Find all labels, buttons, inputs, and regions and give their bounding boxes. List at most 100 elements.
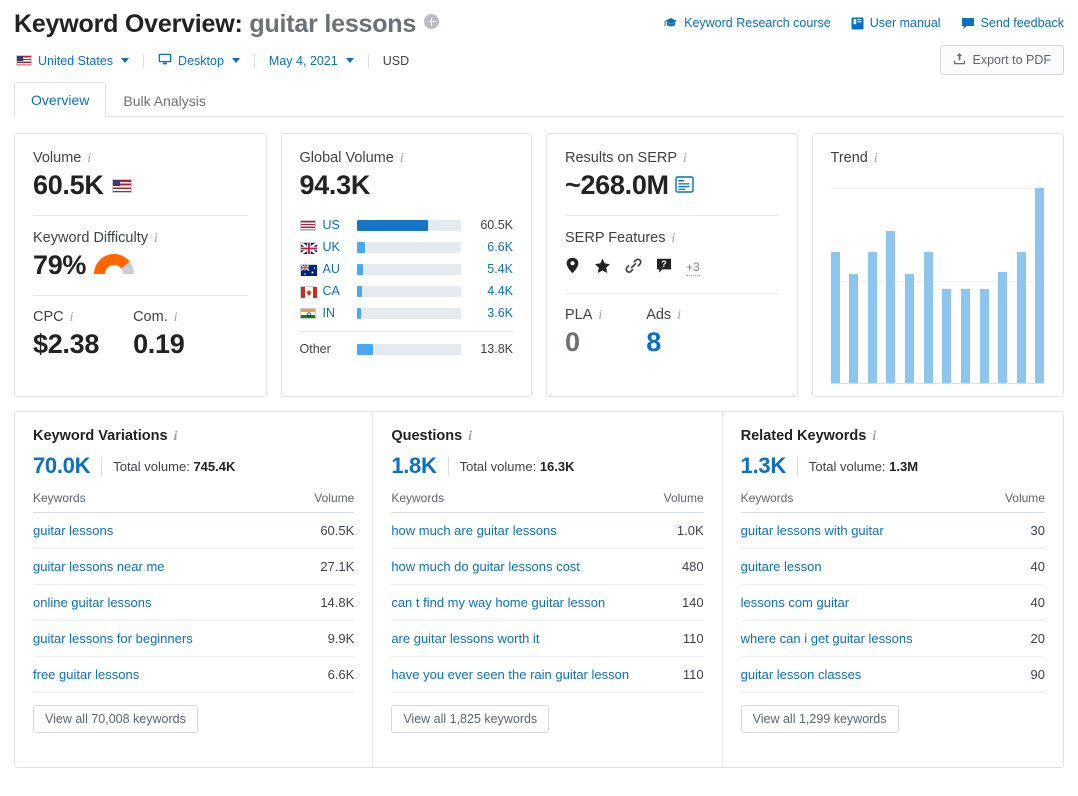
view-all-keyword-variations-button[interactable]: View all 70,008 keywords — [33, 705, 198, 733]
trend-bar[interactable] — [980, 289, 989, 383]
info-icon[interactable]: i — [598, 308, 602, 322]
send-feedback-link[interactable]: Send feedback — [961, 16, 1064, 30]
table-row[interactable]: guitar lessons near me27.1K — [33, 549, 354, 585]
related-keywords-title: Related Keywords — [741, 428, 867, 444]
tab-overview[interactable]: Overview — [14, 82, 106, 117]
keyword-link[interactable]: guitar lessons near me — [33, 559, 165, 574]
info-icon[interactable]: i — [874, 151, 878, 165]
user-manual-link[interactable]: User manual — [851, 16, 941, 30]
trend-bar[interactable] — [1017, 252, 1026, 383]
trend-bar[interactable] — [849, 274, 858, 383]
chart-baseline — [831, 383, 1045, 384]
trend-bar[interactable] — [961, 289, 970, 383]
table-row[interactable]: have you ever seen the rain guitar lesso… — [391, 657, 703, 693]
sitelinks-link-icon[interactable] — [625, 258, 642, 279]
tab-bulk-analysis[interactable]: Bulk Analysis — [106, 83, 222, 117]
info-icon[interactable]: i — [70, 310, 74, 324]
keyword-link[interactable]: free guitar lessons — [33, 667, 139, 682]
faq-question-icon[interactable]: ? — [656, 258, 672, 279]
export-to-pdf-button[interactable]: Export to PDF — [940, 45, 1065, 75]
info-icon[interactable]: i — [154, 231, 158, 245]
trend-bar[interactable] — [924, 252, 933, 383]
keyword-link[interactable]: guitar lessons — [33, 523, 113, 538]
table-row[interactable]: how much do guitar lessons cost480 — [391, 549, 703, 585]
info-icon[interactable]: i — [872, 429, 876, 443]
related-keywords-count[interactable]: 1.3K — [741, 453, 786, 479]
table-row[interactable]: guitare lesson40 — [741, 549, 1045, 585]
info-icon[interactable]: i — [400, 151, 404, 165]
keyword-research-course-link[interactable]: Keyword Research course — [664, 16, 831, 30]
keyword-link[interactable]: online guitar lessons — [33, 595, 152, 610]
info-icon[interactable]: i — [677, 308, 681, 322]
info-icon[interactable]: i — [87, 151, 91, 165]
info-icon[interactable]: i — [468, 429, 472, 443]
date-selector[interactable]: May 4, 2021 — [269, 54, 368, 68]
country-row[interactable]: IN 3.6K — [300, 302, 514, 324]
keyword-link[interactable]: guitar lesson classes — [741, 667, 862, 682]
keyword-link[interactable]: have you ever seen the rain guitar lesso… — [391, 667, 629, 682]
country-row[interactable]: US 60.5K — [300, 214, 514, 236]
trend-bar[interactable] — [831, 252, 840, 383]
info-icon[interactable]: i — [671, 231, 675, 245]
trend-bar[interactable] — [998, 272, 1007, 383]
related-keywords-summary: 1.3K Total volume: 1.3M — [741, 453, 1045, 479]
keyword-link[interactable]: how much do guitar lessons cost — [391, 559, 580, 574]
trend-bar[interactable] — [942, 289, 951, 383]
ads-value[interactable]: 8 — [646, 327, 681, 358]
table-row[interactable]: can t find my way home guitar lesson140 — [391, 585, 703, 621]
table-row[interactable]: free guitar lessons6.6K — [33, 657, 354, 693]
keyword-link[interactable]: how much are guitar lessons — [391, 523, 556, 538]
view-all-questions-button[interactable]: View all 1,825 keywords — [391, 705, 549, 733]
other-label: Other — [300, 342, 357, 356]
keyword-link[interactable]: are guitar lessons worth it — [391, 631, 539, 646]
keyword-cell: how much do guitar lessons cost — [391, 549, 658, 585]
serp-features-more[interactable]: +3 — [686, 260, 700, 275]
table-row[interactable]: online guitar lessons14.8K — [33, 585, 354, 621]
serp-preview-icon[interactable] — [675, 170, 694, 201]
table-row[interactable]: lessons com guitar40 — [741, 585, 1045, 621]
reviews-star-icon[interactable] — [594, 258, 611, 279]
country-row[interactable]: UK 6.6K — [300, 236, 514, 258]
view-all-related-keywords-button[interactable]: View all 1,299 keywords — [741, 705, 899, 733]
plus-circle-icon[interactable] — [424, 14, 439, 29]
info-icon[interactable]: i — [683, 151, 687, 165]
volume-card: Volume i 60.5K Keyword Difficulty i 79% — [14, 133, 267, 397]
country-volume-bar — [357, 242, 462, 253]
trend-bar[interactable] — [1035, 188, 1044, 383]
table-row[interactable]: guitar lesson classes90 — [741, 657, 1045, 693]
trend-bar[interactable] — [886, 231, 895, 383]
country-selector-label: United States — [38, 54, 113, 68]
other-volume-bar — [357, 344, 462, 355]
table-row[interactable]: how much are guitar lessons1.0K — [391, 513, 703, 549]
table-row[interactable]: guitar lessons60.5K — [33, 513, 354, 549]
table-row[interactable]: are guitar lessons worth it110 — [391, 621, 703, 657]
trend-label: Trend — [831, 150, 868, 166]
country-row[interactable]: AU 5.4K — [300, 258, 514, 280]
table-row[interactable]: guitar lessons with guitar30 — [741, 513, 1045, 549]
country-selector[interactable]: United States — [16, 54, 143, 68]
keyword-link[interactable]: guitare lesson — [741, 559, 822, 574]
col-keywords: Keywords — [391, 491, 658, 513]
country-row[interactable]: CA 4.4K — [300, 280, 514, 302]
keyword-link[interactable]: lessons com guitar — [741, 595, 849, 610]
info-icon[interactable]: i — [174, 429, 178, 443]
keyword-link[interactable]: where can i get guitar lessons — [741, 631, 913, 646]
keyword-link[interactable]: can t find my way home guitar lesson — [391, 595, 605, 610]
page-title: Keyword Overview: guitar lessons — [14, 10, 416, 39]
keyword-cell: guitar lessons near me — [33, 549, 287, 585]
keyword-variations-total: Total volume: 745.4K — [113, 459, 235, 474]
keyword-link[interactable]: guitar lessons for beginners — [33, 631, 193, 646]
header-links: Keyword Research course User manual — [664, 16, 1064, 30]
divider — [565, 293, 779, 294]
questions-count[interactable]: 1.8K — [391, 453, 436, 479]
local-pack-icon[interactable] — [565, 257, 580, 279]
keyword-difficulty-value-row: 79% — [33, 250, 248, 281]
keyword-variations-count[interactable]: 70.0K — [33, 453, 90, 479]
table-row[interactable]: where can i get guitar lessons20 — [741, 621, 1045, 657]
trend-bar[interactable] — [868, 252, 877, 383]
keyword-link[interactable]: guitar lessons with guitar — [741, 523, 884, 538]
table-row[interactable]: guitar lessons for beginners9.9K — [33, 621, 354, 657]
info-icon[interactable]: i — [174, 310, 178, 324]
trend-bar[interactable] — [905, 274, 914, 383]
device-selector[interactable]: Desktop — [158, 53, 254, 68]
